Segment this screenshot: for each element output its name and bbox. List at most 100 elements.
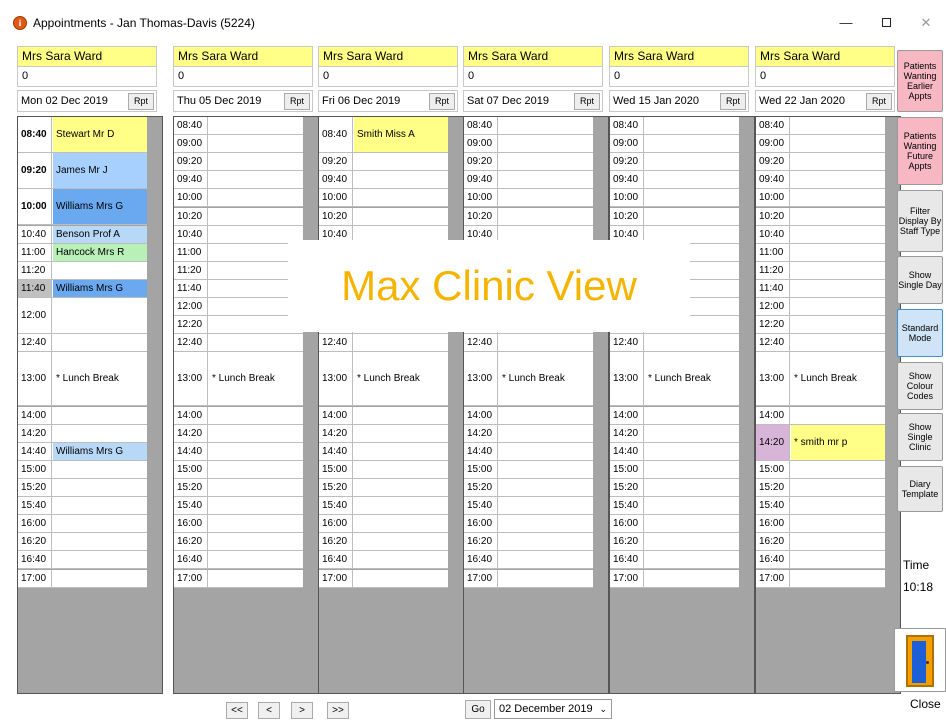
appointment-slot[interactable]: 13:00 * Lunch Break: [18, 352, 147, 406]
patients-wanting-earlier-button[interactable]: Patients Wanting Earlier Appts: [897, 50, 943, 112]
empty-slot[interactable]: 09:40: [464, 171, 593, 189]
empty-slot[interactable]: 10:20: [174, 208, 303, 226]
appointment-slot[interactable]: 13:00 * Lunch Break: [174, 352, 303, 406]
empty-slot[interactable]: 12:40: [319, 334, 448, 352]
repeat-button[interactable]: Rpt: [429, 93, 455, 110]
empty-slot[interactable]: 08:40: [756, 117, 885, 135]
empty-slot[interactable]: 16:40: [756, 551, 885, 569]
empty-slot[interactable]: 16:20: [18, 533, 147, 551]
empty-slot[interactable]: 11:20: [756, 262, 885, 280]
empty-slot[interactable]: 12:40: [18, 334, 147, 352]
empty-slot[interactable]: 10:40: [174, 226, 303, 244]
empty-slot[interactable]: 12:20: [756, 316, 885, 334]
exit-button[interactable]: [894, 628, 946, 692]
empty-slot[interactable]: 16:00: [18, 515, 147, 533]
empty-slot[interactable]: 15:00: [756, 461, 885, 479]
empty-slot[interactable]: 16:20: [464, 533, 593, 551]
appointment-slot[interactable]: 08:40 Smith Miss A: [319, 117, 448, 153]
empty-slot[interactable]: 15:40: [18, 497, 147, 515]
empty-slot[interactable]: 11:20: [174, 262, 303, 280]
empty-slot[interactable]: 16:00: [756, 515, 885, 533]
empty-slot[interactable]: 14:00: [756, 407, 885, 425]
go-button[interactable]: Go: [465, 700, 491, 719]
appointment-slot[interactable]: 08:40 Stewart Mr D: [18, 117, 147, 153]
empty-slot[interactable]: 12:00: [18, 298, 147, 334]
patients-wanting-future-button[interactable]: Patients Wanting Future Appts: [897, 117, 943, 185]
empty-slot[interactable]: 15:40: [174, 497, 303, 515]
empty-slot[interactable]: 10:40: [756, 226, 885, 244]
close-label[interactable]: Close: [910, 697, 941, 711]
empty-slot[interactable]: 15:20: [610, 479, 739, 497]
empty-slot[interactable]: 16:00: [610, 515, 739, 533]
empty-slot[interactable]: 09:20: [756, 153, 885, 171]
empty-slot[interactable]: 09:00: [756, 135, 885, 153]
empty-slot[interactable]: 16:40: [464, 551, 593, 569]
empty-slot[interactable]: 09:00: [610, 135, 739, 153]
appointment-slot[interactable]: 14:20 * smith mr p: [756, 425, 885, 461]
appointment-slot[interactable]: 10:00 Williams Mrs G: [18, 189, 147, 225]
empty-slot[interactable]: 17:00: [18, 570, 147, 588]
empty-slot[interactable]: 14:00: [610, 407, 739, 425]
empty-slot[interactable]: 10:20: [756, 208, 885, 226]
empty-slot[interactable]: 16:40: [610, 551, 739, 569]
appointment-slot[interactable]: 13:00 * Lunch Break: [610, 352, 739, 406]
empty-slot[interactable]: 08:40: [174, 117, 303, 135]
empty-slot[interactable]: 14:00: [319, 407, 448, 425]
empty-slot[interactable]: 16:20: [319, 533, 448, 551]
show-colour-codes-button[interactable]: Show Colour Codes: [897, 362, 943, 410]
empty-slot[interactable]: 15:40: [464, 497, 593, 515]
empty-slot[interactable]: 10:00: [174, 189, 303, 207]
empty-slot[interactable]: 16:20: [174, 533, 303, 551]
appointment-slot[interactable]: 09:20 James Mr J: [18, 153, 147, 189]
empty-slot[interactable]: 10:00: [756, 189, 885, 207]
empty-slot[interactable]: 12:40: [756, 334, 885, 352]
empty-slot[interactable]: 09:00: [174, 135, 303, 153]
appointment-slot[interactable]: 11:40 Williams Mrs G: [18, 280, 147, 298]
empty-slot[interactable]: 11:40: [174, 280, 303, 298]
repeat-button[interactable]: Rpt: [574, 93, 600, 110]
empty-slot[interactable]: 15:20: [756, 479, 885, 497]
empty-slot[interactable]: 10:00: [464, 189, 593, 207]
empty-slot[interactable]: 11:00: [174, 244, 303, 262]
empty-slot[interactable]: 12:20: [174, 316, 303, 334]
empty-slot[interactable]: 11:40: [756, 280, 885, 298]
maximize-button[interactable]: [866, 8, 906, 38]
empty-slot[interactable]: 17:00: [464, 570, 593, 588]
empty-slot[interactable]: 16:40: [319, 551, 448, 569]
empty-slot[interactable]: 12:40: [610, 334, 739, 352]
empty-slot[interactable]: 09:20: [319, 153, 448, 171]
empty-slot[interactable]: 15:00: [610, 461, 739, 479]
empty-slot[interactable]: 10:00: [319, 189, 448, 207]
empty-slot[interactable]: 14:40: [174, 443, 303, 461]
close-window-button[interactable]: ✕: [906, 8, 946, 38]
empty-slot[interactable]: 10:20: [610, 208, 739, 226]
appointment-slot[interactable]: 13:00 * Lunch Break: [464, 352, 593, 406]
empty-slot[interactable]: 14:00: [464, 407, 593, 425]
empty-slot[interactable]: 15:40: [756, 497, 885, 515]
last-page-button[interactable]: >>: [327, 702, 349, 719]
empty-slot[interactable]: 15:20: [464, 479, 593, 497]
appointment-slot[interactable]: 14:40 Williams Mrs G: [18, 443, 147, 461]
empty-slot[interactable]: 09:20: [610, 153, 739, 171]
empty-slot[interactable]: 15:20: [174, 479, 303, 497]
empty-slot[interactable]: 16:20: [756, 533, 885, 551]
empty-slot[interactable]: 14:20: [610, 425, 739, 443]
empty-slot[interactable]: 14:20: [18, 425, 147, 443]
empty-slot[interactable]: 14:40: [319, 443, 448, 461]
empty-slot[interactable]: 15:00: [464, 461, 593, 479]
show-single-clinic-button[interactable]: Show Single Clinic: [897, 413, 943, 461]
empty-slot[interactable]: 12:40: [174, 334, 303, 352]
empty-slot[interactable]: 15:00: [18, 461, 147, 479]
empty-slot[interactable]: 12:00: [756, 298, 885, 316]
empty-slot[interactable]: 10:00: [610, 189, 739, 207]
empty-slot[interactable]: 17:00: [756, 570, 885, 588]
empty-slot[interactable]: 15:20: [18, 479, 147, 497]
empty-slot[interactable]: 09:20: [464, 153, 593, 171]
empty-slot[interactable]: 09:40: [756, 171, 885, 189]
empty-slot[interactable]: 08:40: [464, 117, 593, 135]
empty-slot[interactable]: 10:20: [464, 208, 593, 226]
empty-slot[interactable]: 15:40: [610, 497, 739, 515]
appointment-slot[interactable]: 11:00 Hancock Mrs R: [18, 244, 147, 262]
previous-page-button[interactable]: <: [258, 702, 280, 719]
empty-slot[interactable]: 15:40: [319, 497, 448, 515]
